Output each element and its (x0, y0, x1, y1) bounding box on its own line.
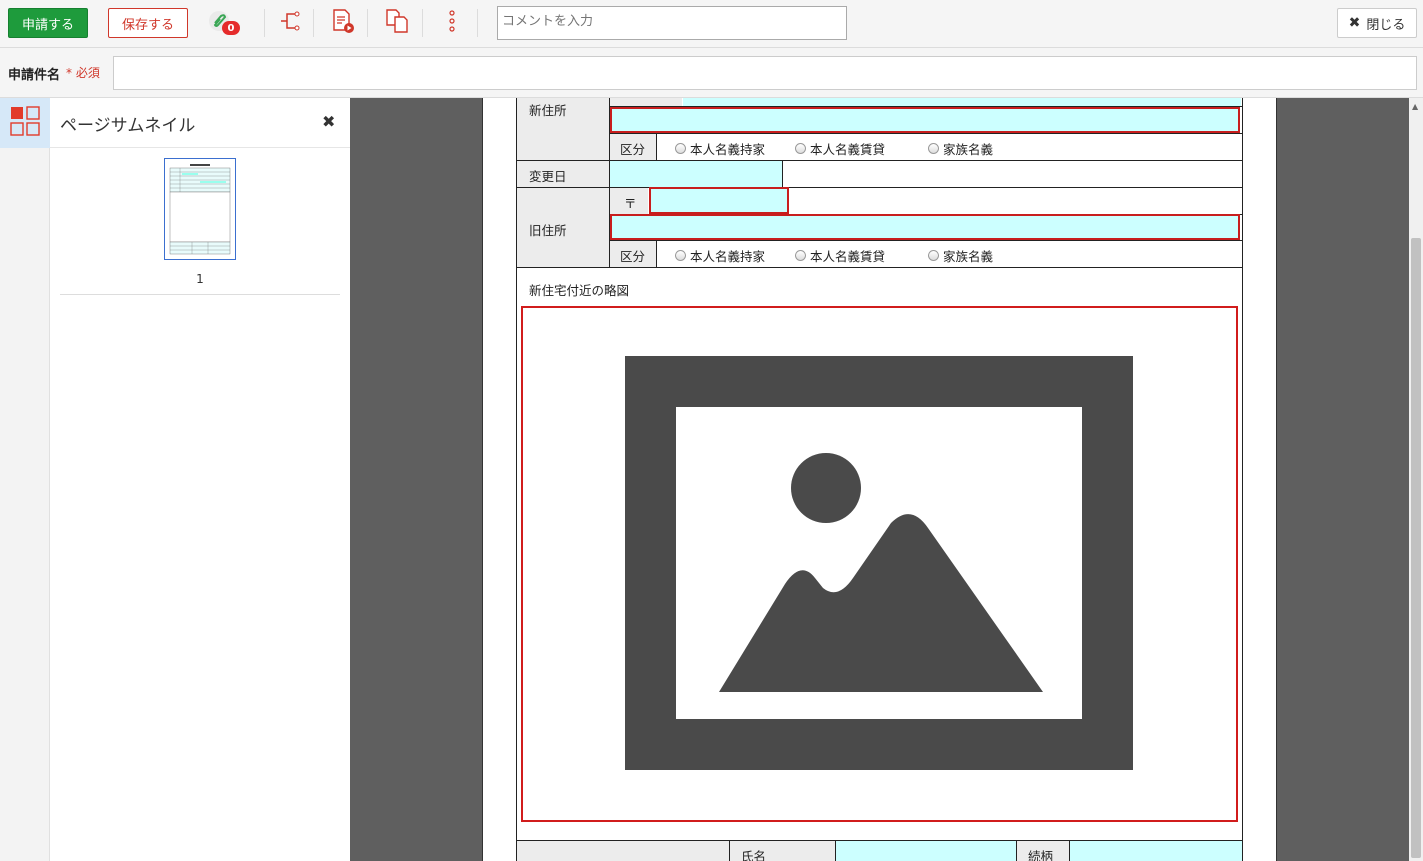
radio-own-house[interactable]: 本人名義持家 (675, 246, 765, 265)
attachment-button[interactable]: 0 (206, 10, 240, 36)
toolbar: 申請する 保存する 0 コメントを入力 ✖ 閉じる (0, 0, 1423, 48)
form-page: 新住所 区分 本人名義持家 本人名義賃貸 家族名義 変更日 旧住所 〒 区分 本… (482, 98, 1277, 861)
radio-label: 家族名義 (943, 249, 994, 264)
label-cell (517, 841, 729, 861)
comment-input[interactable] (497, 6, 847, 40)
thumbnail-panel: ページサムネイル ✖ 1 (50, 98, 350, 861)
more-menu-button[interactable] (439, 10, 465, 36)
radio-own-rental[interactable]: 本人名義賃貸 (795, 246, 885, 265)
scrollbar-thumb[interactable] (1411, 238, 1421, 858)
preview-button[interactable] (330, 8, 356, 38)
toolbar-separator (313, 9, 314, 37)
old-address-label: 旧住所 (529, 223, 567, 238)
subject-row: 申請件名 * 必須 (0, 48, 1423, 98)
form-line (782, 161, 783, 187)
thumbnail-panel-header: ページサムネイル ✖ (50, 98, 350, 148)
page-thumbnail-preview (168, 162, 232, 256)
radio-label: 本人名義持家 (690, 249, 766, 264)
thumbnail-toggle-button[interactable] (0, 98, 50, 148)
relation-label: 続柄 (1028, 849, 1054, 861)
copy-document-icon (384, 8, 410, 38)
map-label: 新住宅付近の略図 (529, 283, 630, 298)
name-label: 氏名 (741, 849, 767, 861)
subject-input[interactable] (113, 56, 1417, 90)
page-number: 1 (196, 272, 204, 286)
old-postal-field[interactable] (649, 187, 789, 214)
thumbnail-panel-title: ページサムネイル (60, 116, 196, 136)
close-button[interactable]: ✖ 閉じる (1337, 8, 1417, 38)
type-label: 区分 (620, 249, 646, 264)
new-address-field[interactable] (610, 107, 1240, 133)
attachment-count-badge: 0 (222, 21, 240, 35)
radio-label: 本人名義賃貸 (810, 142, 886, 157)
image-placeholder-icon (625, 356, 1133, 770)
form-line (610, 240, 1242, 241)
vertical-dots-icon (447, 8, 457, 38)
postal-mark: 〒 (624, 196, 637, 211)
close-icon: ✖ (1348, 15, 1361, 31)
document-viewer: 新住所 区分 本人名義持家 本人名義賃貸 家族名義 変更日 旧住所 〒 区分 本… (350, 98, 1409, 861)
type-label: 区分 (620, 142, 646, 157)
radio-family[interactable]: 家族名義 (928, 139, 993, 158)
vertical-scrollbar[interactable]: ▲ (1409, 98, 1423, 861)
radio-own-rental[interactable]: 本人名義賃貸 (795, 139, 885, 158)
change-date-field[interactable] (610, 161, 782, 187)
change-date-label: 変更日 (529, 169, 567, 184)
app-window: 申請する 保存する 0 コメントを入力 ✖ 閉じる 申請件名 * 必須 ページサ… (0, 0, 1423, 861)
copy-button[interactable] (384, 8, 410, 38)
form-line (517, 267, 1243, 268)
form-line (610, 133, 1242, 134)
name-field[interactable] (836, 841, 1016, 861)
radio-label: 家族名義 (943, 142, 994, 157)
route-button[interactable] (276, 10, 302, 36)
save-button[interactable]: 保存する (108, 8, 188, 38)
toolbar-separator (264, 9, 265, 37)
radio-label: 本人名義賃貸 (810, 249, 886, 264)
route-icon (277, 9, 301, 37)
radio-label: 本人名義持家 (690, 142, 766, 157)
close-label: 閉じる (1366, 17, 1406, 33)
label-cell (610, 98, 682, 106)
divider (60, 294, 340, 295)
radio-own-house[interactable]: 本人名義持家 (675, 139, 765, 158)
required-marker: * 必須 (66, 66, 100, 80)
toolbar-separator (422, 9, 423, 37)
map-image-field[interactable] (521, 306, 1238, 822)
old-address-field[interactable] (610, 214, 1240, 240)
page-thumbnail[interactable] (164, 158, 236, 260)
toolbar-separator (367, 9, 368, 37)
relation-field[interactable] (1070, 841, 1242, 861)
left-rail (0, 98, 50, 861)
apply-button[interactable]: 申請する (8, 8, 88, 38)
form-border (1242, 98, 1243, 861)
form-line (656, 241, 657, 267)
close-icon[interactable]: ✖ (322, 112, 335, 131)
form-line (656, 134, 657, 160)
grid-thumbnails-icon (10, 106, 40, 140)
subject-label: 申請件名 (8, 68, 61, 83)
toolbar-separator (477, 9, 478, 37)
scroll-up-icon[interactable]: ▲ (1412, 102, 1418, 111)
document-play-icon (330, 8, 356, 38)
postal-field[interactable] (683, 98, 1241, 106)
new-address-label: 新住所 (529, 103, 567, 118)
radio-family[interactable]: 家族名義 (928, 246, 993, 265)
